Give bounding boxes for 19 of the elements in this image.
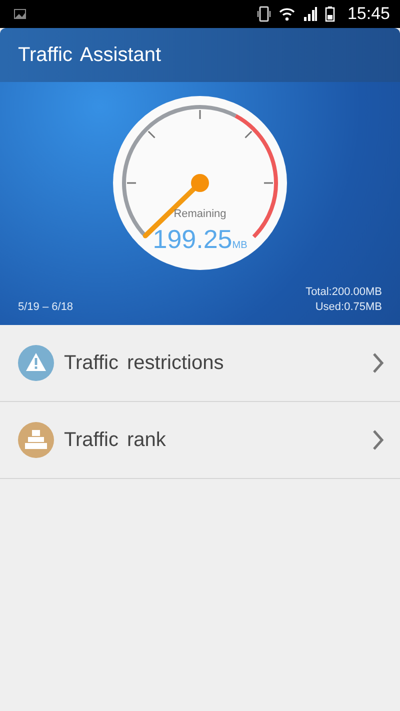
chevron-icon	[372, 352, 384, 374]
usage-total: Used:0.75MB	[315, 301, 382, 313]
remaining-unit: MB	[232, 240, 248, 251]
signal-icon	[303, 6, 318, 22]
clock-time: 15:45	[347, 4, 390, 24]
gauge-caption: Remaining	[172, 208, 228, 220]
gallery-icon	[14, 9, 26, 19]
vibrate-icon	[257, 6, 272, 22]
billing-period: 5/19 – 6/18	[18, 301, 74, 313]
usage-total: Total:200.00MB	[306, 286, 382, 298]
wifi-icon	[279, 7, 296, 21]
header-title: Traffic Assistant	[18, 44, 162, 66]
remaining-value: 199.25	[152, 224, 232, 255]
battery-icon	[325, 6, 336, 22]
menu-item[interactable]: Traffic rank	[0, 402, 400, 479]
menu-label: Traffic restrictions	[64, 352, 225, 374]
menu-label: Traffic rank	[64, 428, 167, 452]
chevron-icon	[372, 429, 384, 451]
menu-item[interactable]: Traffic restrictions	[0, 325, 400, 402]
